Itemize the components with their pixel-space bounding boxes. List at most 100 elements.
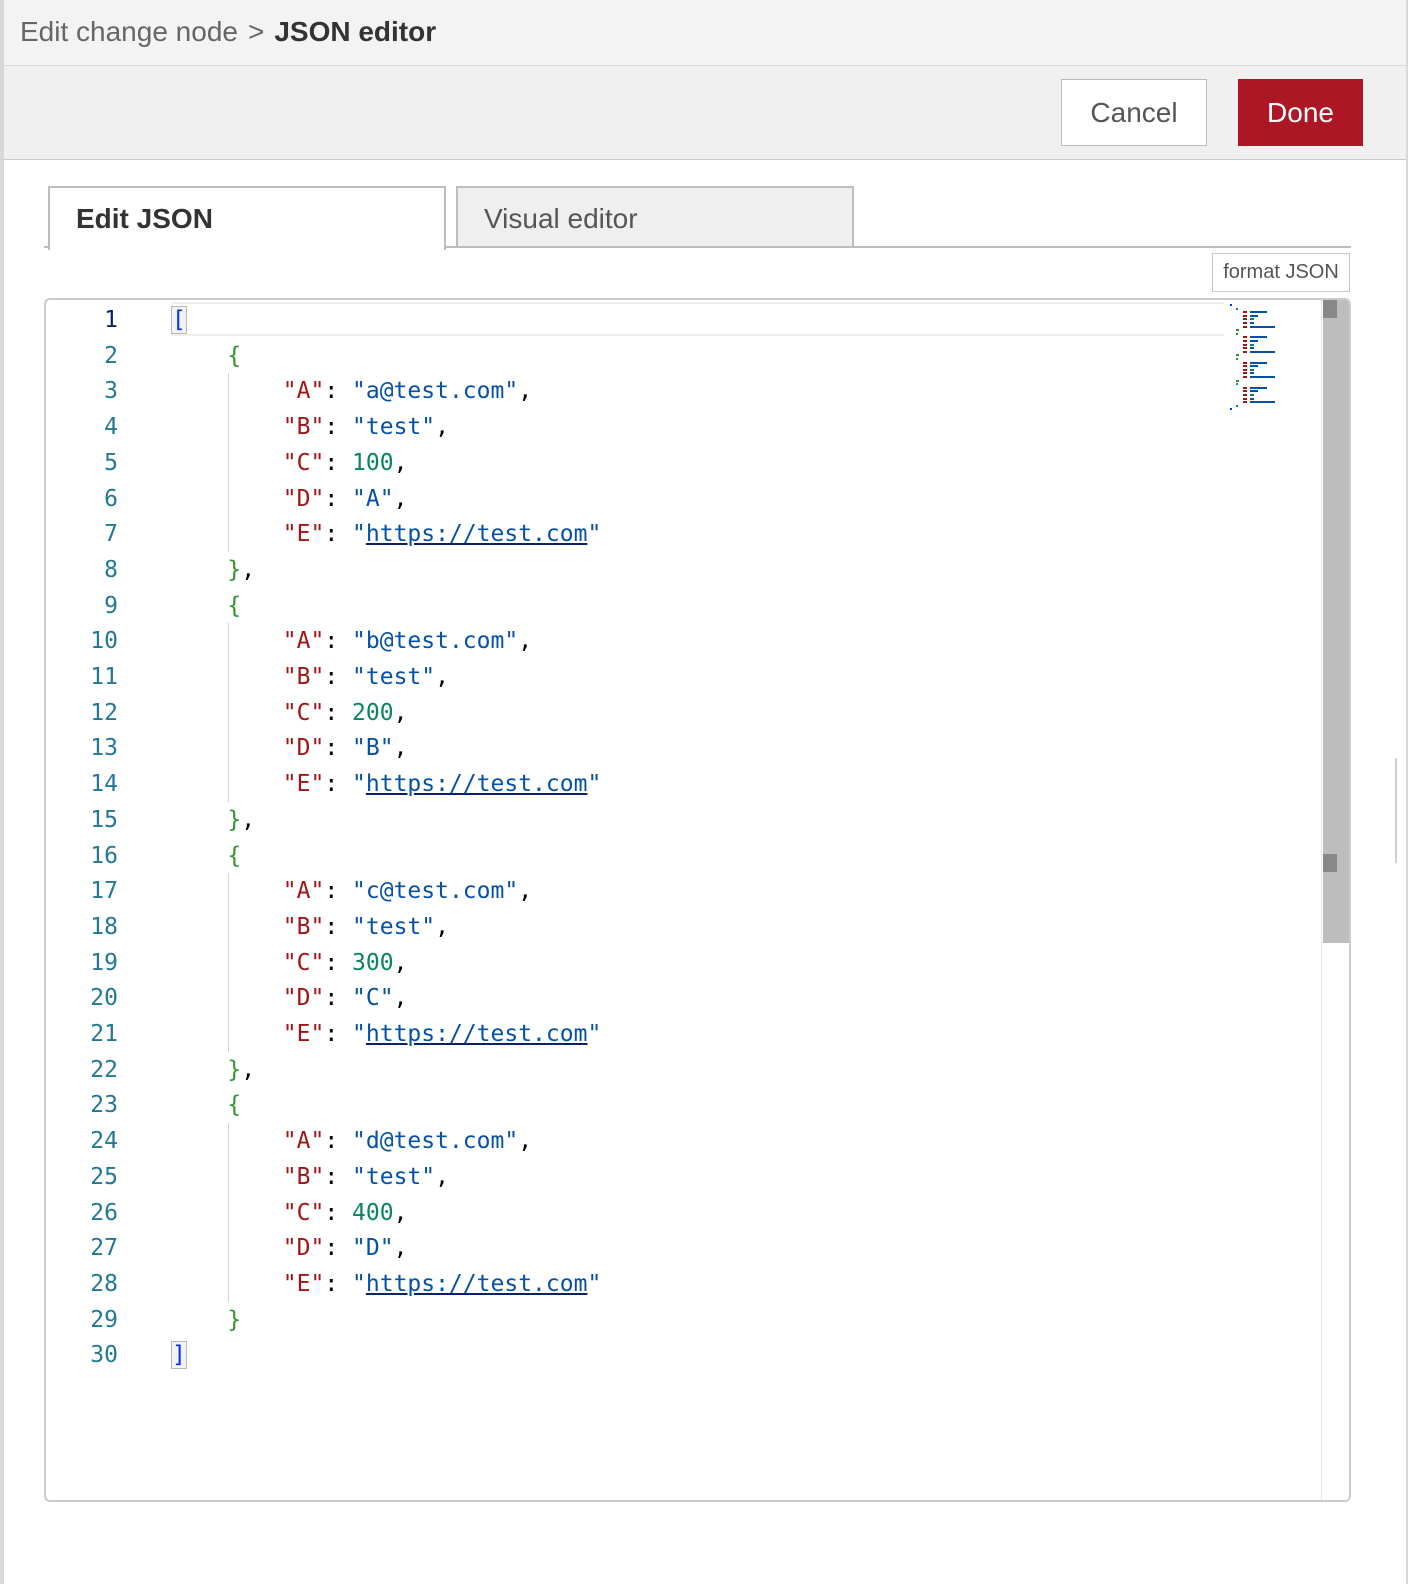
line-number: 19 (90, 949, 118, 976)
editor-minimap[interactable] (1230, 302, 1316, 422)
line-number: 27 (90, 1235, 118, 1262)
line-number: 9 (104, 592, 118, 619)
minimap-stroke (1249, 340, 1259, 342)
code-line[interactable]: "A": "c@test.com", (172, 873, 532, 909)
code-line[interactable]: } (172, 1302, 241, 1338)
minimap-stroke (1242, 390, 1247, 393)
code-line[interactable]: "B": "test", (172, 659, 449, 695)
code-line[interactable]: ] (171, 1337, 187, 1373)
code-line[interactable]: "A": "b@test.com", (172, 623, 532, 659)
code-line[interactable]: "C": 100, (172, 445, 408, 481)
minimap-stroke (1236, 383, 1239, 386)
format-json-button[interactable]: format JSON (1212, 253, 1350, 292)
minimap-stroke (1249, 314, 1259, 317)
cancel-button[interactable]: Cancel (1061, 79, 1207, 146)
scrollbar-thumb[interactable] (1323, 300, 1349, 943)
line-number: 28 (90, 1270, 118, 1297)
minimap-stroke (1242, 343, 1247, 346)
minimap-stroke (1242, 322, 1247, 324)
minimap-stroke (1249, 376, 1275, 378)
breadcrumb: Edit change node > JSON editor (20, 14, 436, 50)
minimap-stroke (1249, 318, 1254, 321)
code-line[interactable]: "C": 400, (172, 1195, 408, 1231)
code-line[interactable]: "B": "test", (172, 409, 449, 445)
code-line[interactable]: "E": "https://test.com" (172, 1016, 602, 1052)
minimap-stroke (1242, 401, 1247, 404)
line-number: 11 (90, 664, 118, 690)
minimap-stroke (1236, 307, 1239, 310)
line-number: 30 (90, 1342, 118, 1369)
line-number: 25 (90, 1163, 118, 1190)
minimap-stroke (1249, 372, 1254, 375)
code-line[interactable]: [ (171, 302, 187, 338)
done-button[interactable]: Done (1238, 79, 1363, 146)
code-line[interactable]: "D": "A", (172, 481, 408, 517)
scrollbar-cursor-marker (1323, 300, 1337, 318)
code-line[interactable]: "C": 300, (172, 945, 408, 981)
minimap-stroke (1249, 394, 1254, 396)
code-line[interactable]: { (172, 338, 241, 374)
code-line[interactable]: "D": "D", (172, 1230, 408, 1266)
minimap-stroke (1249, 365, 1259, 368)
panel-right-border (1406, 0, 1408, 1584)
minimap-stroke (1249, 397, 1254, 400)
line-number: 2 (104, 342, 118, 369)
line-number-gutter: 1 2 3 4 5 6 7 8 9 10 11 12 13 14 15 16 17 18 19 20 21 22 23 24 2… (46, 300, 166, 1500)
editor-scrollbar[interactable] (1321, 300, 1349, 1500)
minimap-stroke (1249, 343, 1254, 346)
resize-handle[interactable] (1395, 758, 1397, 863)
minimap-stroke (1242, 350, 1247, 353)
code-line[interactable]: "A": "a@test.com", (172, 373, 532, 409)
code-line[interactable]: { (172, 588, 241, 624)
minimap-stroke (1236, 354, 1240, 357)
line-number: 22 (90, 1056, 118, 1083)
code-line[interactable]: "E": "https://test.com" (172, 516, 602, 552)
code-line[interactable]: }, (172, 552, 255, 588)
minimap-stroke (1249, 361, 1267, 364)
code-line[interactable]: }, (172, 802, 255, 838)
minimap-stroke (1242, 365, 1247, 368)
minimap-stroke (1242, 368, 1247, 371)
minimap-stroke (1249, 390, 1259, 393)
line-number: 26 (90, 1199, 118, 1226)
line-number: 15 (90, 806, 118, 833)
code-line[interactable]: "B": "test", (172, 1159, 449, 1195)
tray-toolbar: Cancel Done (4, 66, 1406, 160)
tab-edit-json[interactable]: Edit JSON (48, 186, 446, 250)
code-line[interactable]: "D": "C", (172, 980, 408, 1016)
line-number: 7 (104, 521, 118, 548)
json-code-editor[interactable]: 1 2 3 4 5 6 7 8 9 10 11 12 13 14 15 16 17 18 19 20 21 22 23 24 2… (44, 298, 1351, 1502)
code-line[interactable]: "E": "https://test.com" (172, 766, 602, 802)
line-number: 14 (90, 771, 118, 798)
minimap-stroke (1242, 325, 1247, 328)
minimap-stroke (1242, 394, 1247, 396)
minimap-stroke (1242, 336, 1247, 339)
code-line[interactable]: "B": "test", (172, 909, 449, 945)
minimap-stroke (1249, 368, 1254, 371)
minimap-stroke (1249, 347, 1254, 350)
line-number: 21 (90, 1021, 118, 1047)
breadcrumb-parent[interactable]: Edit change node (20, 16, 238, 47)
breadcrumb-separator: > (247, 16, 265, 47)
code-line[interactable]: }, (172, 1052, 255, 1088)
code-line[interactable]: "A": "d@test.com", (172, 1123, 532, 1159)
minimap-stroke (1236, 358, 1239, 360)
minimap-stroke (1242, 372, 1247, 375)
minimap-stroke (1242, 340, 1247, 342)
minimap-stroke (1249, 325, 1275, 328)
tab-visual-editor[interactable]: Visual editor (456, 186, 854, 248)
minimap-stroke (1236, 332, 1239, 335)
code-line[interactable]: { (172, 838, 241, 874)
minimap-stroke (1242, 386, 1247, 389)
minimap-stroke (1249, 336, 1267, 339)
code-line[interactable]: "C": 200, (172, 695, 408, 731)
line-number: 6 (104, 485, 118, 512)
code-line[interactable]: { (172, 1087, 241, 1123)
code-line[interactable]: "E": "https://test.com" (172, 1266, 602, 1302)
line-number: 4 (104, 414, 118, 441)
tray-header: Edit change node > JSON editor (4, 0, 1406, 66)
minimap-stroke (1249, 401, 1275, 404)
code-line[interactable]: "D": "B", (172, 730, 408, 766)
line-number: 12 (90, 699, 118, 726)
minimap-stroke (1242, 376, 1247, 378)
